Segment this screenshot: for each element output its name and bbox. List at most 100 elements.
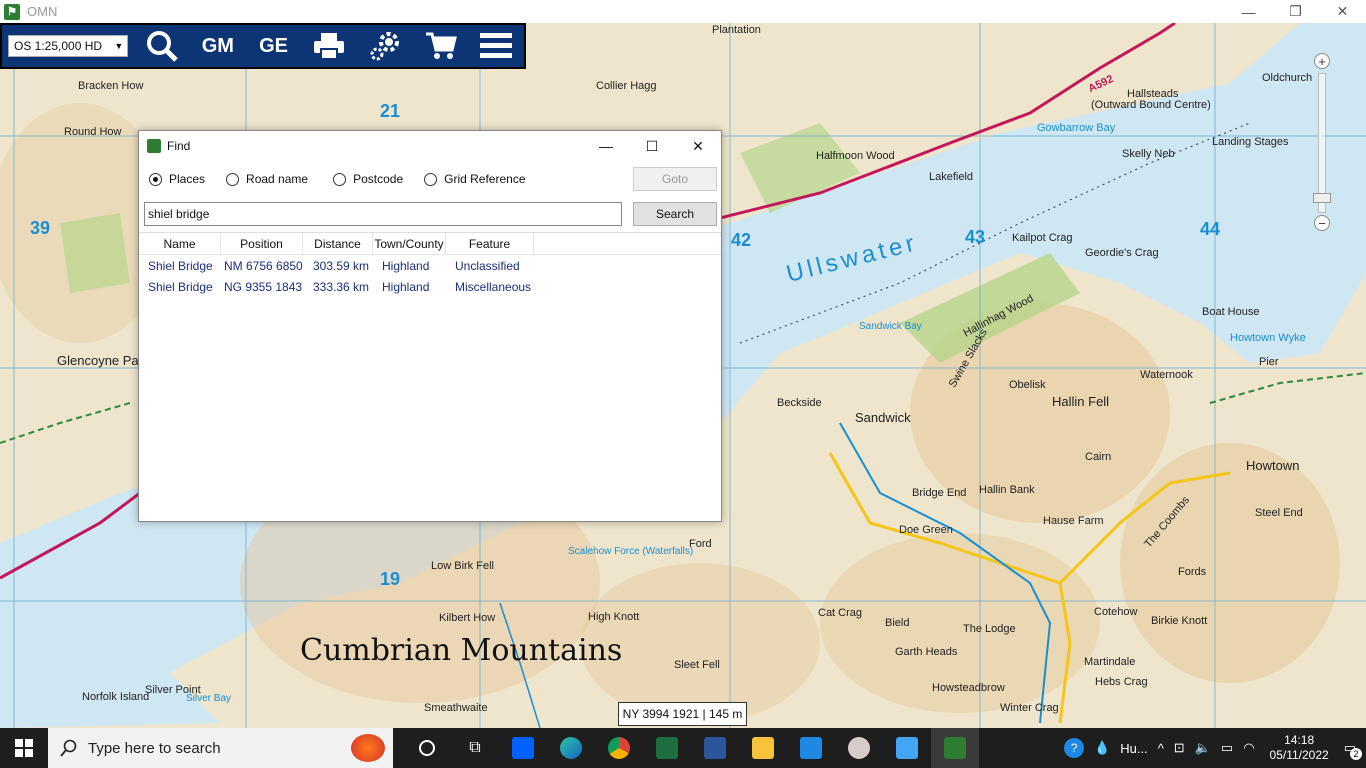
search-icon [147, 31, 178, 62]
column-header-name[interactable]: Name [139, 233, 221, 254]
map-scale-select[interactable]: OS 1:25,000 HD ▼ [8, 35, 129, 57]
gear-icon [370, 32, 399, 61]
task-view-button[interactable] [403, 728, 451, 768]
info-app[interactable] [787, 728, 835, 768]
omn-app[interactable] [931, 728, 979, 768]
place-label: Kailpot Crag [1012, 232, 1073, 244]
dialog-close-button[interactable]: ✕ [675, 131, 721, 161]
radio-label: Places [169, 172, 206, 186]
place-label: Collier Hagg [596, 80, 657, 92]
weather-label[interactable]: Hu... [1120, 741, 1147, 756]
photos-app[interactable] [883, 728, 931, 768]
dialog-maximize-button[interactable]: ☐ [629, 131, 675, 161]
results-header: Name Position Distance Town/County Featu… [139, 233, 721, 255]
map-toolbar: OS 1:25,000 HD ▼ GM GE [0, 23, 526, 69]
network-icon[interactable]: ⊡ [1174, 740, 1185, 756]
place-label: Cotehow [1094, 606, 1138, 618]
place-label: Winter Crag [1000, 702, 1059, 714]
place-label: Garth Heads [895, 646, 958, 658]
place-label: Lakefield [929, 171, 974, 183]
column-header-distance[interactable]: Distance [303, 233, 373, 254]
search-submit-button[interactable]: Search [633, 202, 717, 226]
shopping-cart-icon [425, 32, 457, 59]
palette-icon [848, 737, 870, 759]
edge-app[interactable] [547, 728, 595, 768]
place-label: Bridge End [912, 487, 967, 499]
close-button[interactable]: ✕ [1319, 0, 1366, 23]
place-label: Hebs Crag [1095, 676, 1148, 688]
dialog-minimize-button[interactable]: — [583, 131, 629, 161]
wifi-icon[interactable]: ◠ [1243, 740, 1254, 756]
ge-button[interactable]: GE [246, 26, 302, 66]
place-label: Cairn [1085, 451, 1112, 463]
column-header-feature[interactable]: Feature [446, 233, 534, 254]
place-label: Sandwick Bay [859, 321, 922, 332]
place-label: Hause Farm [1043, 515, 1104, 527]
radio-postcode[interactable]: Postcode [333, 172, 403, 186]
radio-road-name[interactable]: Road name [226, 172, 308, 186]
zoom-slider-thumb[interactable] [1313, 193, 1331, 203]
place-label: Low Birk Fell [431, 560, 494, 572]
zoom-track[interactable] [1318, 73, 1326, 213]
search-button[interactable] [134, 26, 190, 66]
region-label: Cumbrian Mountains [300, 633, 623, 668]
dialog-title-bar: Find — ☐ ✕ [139, 131, 721, 161]
grid-number: 42 [731, 230, 752, 250]
notification-count: 2 [1350, 748, 1362, 760]
zoom-in-button[interactable]: + [1314, 53, 1330, 69]
start-button[interactable] [0, 728, 48, 768]
place-label: Howsteadbrow [932, 682, 1005, 694]
chevron-up-icon[interactable]: ^ [1158, 741, 1164, 756]
maximize-button[interactable]: ❐ [1272, 0, 1319, 23]
radio-places[interactable]: Places [149, 172, 205, 186]
word-app[interactable] [691, 728, 739, 768]
settings-button[interactable] [357, 26, 413, 66]
radio-button [333, 172, 347, 186]
radio-grid-reference[interactable]: Grid Reference [424, 172, 526, 186]
minimize-button[interactable]: — [1225, 0, 1272, 23]
cortana-icon [419, 740, 435, 756]
clock[interactable]: 14:18 05/11/2022 [1270, 733, 1329, 763]
task-view-icon: ⧉ [469, 739, 481, 756]
cell-position: NM 6756 6850 [224, 258, 303, 273]
grid-number: 43 [965, 227, 986, 247]
volume-icon[interactable]: 🔈 [1195, 740, 1211, 756]
print-button[interactable] [301, 26, 357, 66]
paint-app[interactable] [835, 728, 883, 768]
cart-button[interactable] [413, 26, 469, 66]
column-header-position[interactable]: Position [221, 233, 303, 254]
column-header-county[interactable]: Town/County [373, 233, 446, 254]
goto-button[interactable]: Goto [633, 167, 717, 191]
omn-hiker-icon [944, 737, 966, 759]
place-label: Birkie Knott [1151, 615, 1208, 627]
weather-drop-icon[interactable]: 💧 [1094, 740, 1110, 756]
printer-icon [314, 33, 345, 60]
dialog-title: Find [167, 139, 191, 153]
taskbar-search[interactable]: Type here to search [48, 728, 393, 768]
notifications-button[interactable]: ▭ 2 [1344, 740, 1362, 760]
excel-app[interactable] [643, 728, 691, 768]
place-label: Oldchurch [1262, 72, 1313, 84]
task-view-button[interactable]: ⧉ [451, 728, 499, 768]
dropbox-app[interactable] [499, 728, 547, 768]
chrome-icon [608, 737, 630, 759]
grid-number: 21 [380, 101, 401, 121]
app-logo-icon [147, 139, 161, 153]
table-row[interactable]: Shiel Bridge NM 6756 6850 303.59 km High… [139, 255, 721, 276]
table-row[interactable]: Shiel Bridge NG 9355 1843 333.36 km High… [139, 276, 721, 297]
place-label: High Knott [588, 611, 640, 623]
dropbox-icon [512, 737, 534, 759]
menu-button[interactable] [468, 26, 524, 66]
place-label: Fords [1178, 566, 1207, 578]
cell-county: Highland [382, 258, 430, 273]
help-icon[interactable]: ? [1064, 738, 1085, 758]
search-input[interactable]: shiel bridge [144, 202, 622, 226]
file-explorer-app[interactable] [739, 728, 787, 768]
find-dialog: Find — ☐ ✕ Places Road name Postcode Gri… [138, 130, 722, 522]
zoom-out-button[interactable]: − [1314, 215, 1330, 231]
battery-icon[interactable]: ▭ [1221, 740, 1233, 756]
chrome-app[interactable] [595, 728, 643, 768]
search-highlight-icon [351, 734, 385, 762]
gm-button[interactable]: GM [190, 26, 246, 66]
edge-icon [560, 737, 582, 759]
